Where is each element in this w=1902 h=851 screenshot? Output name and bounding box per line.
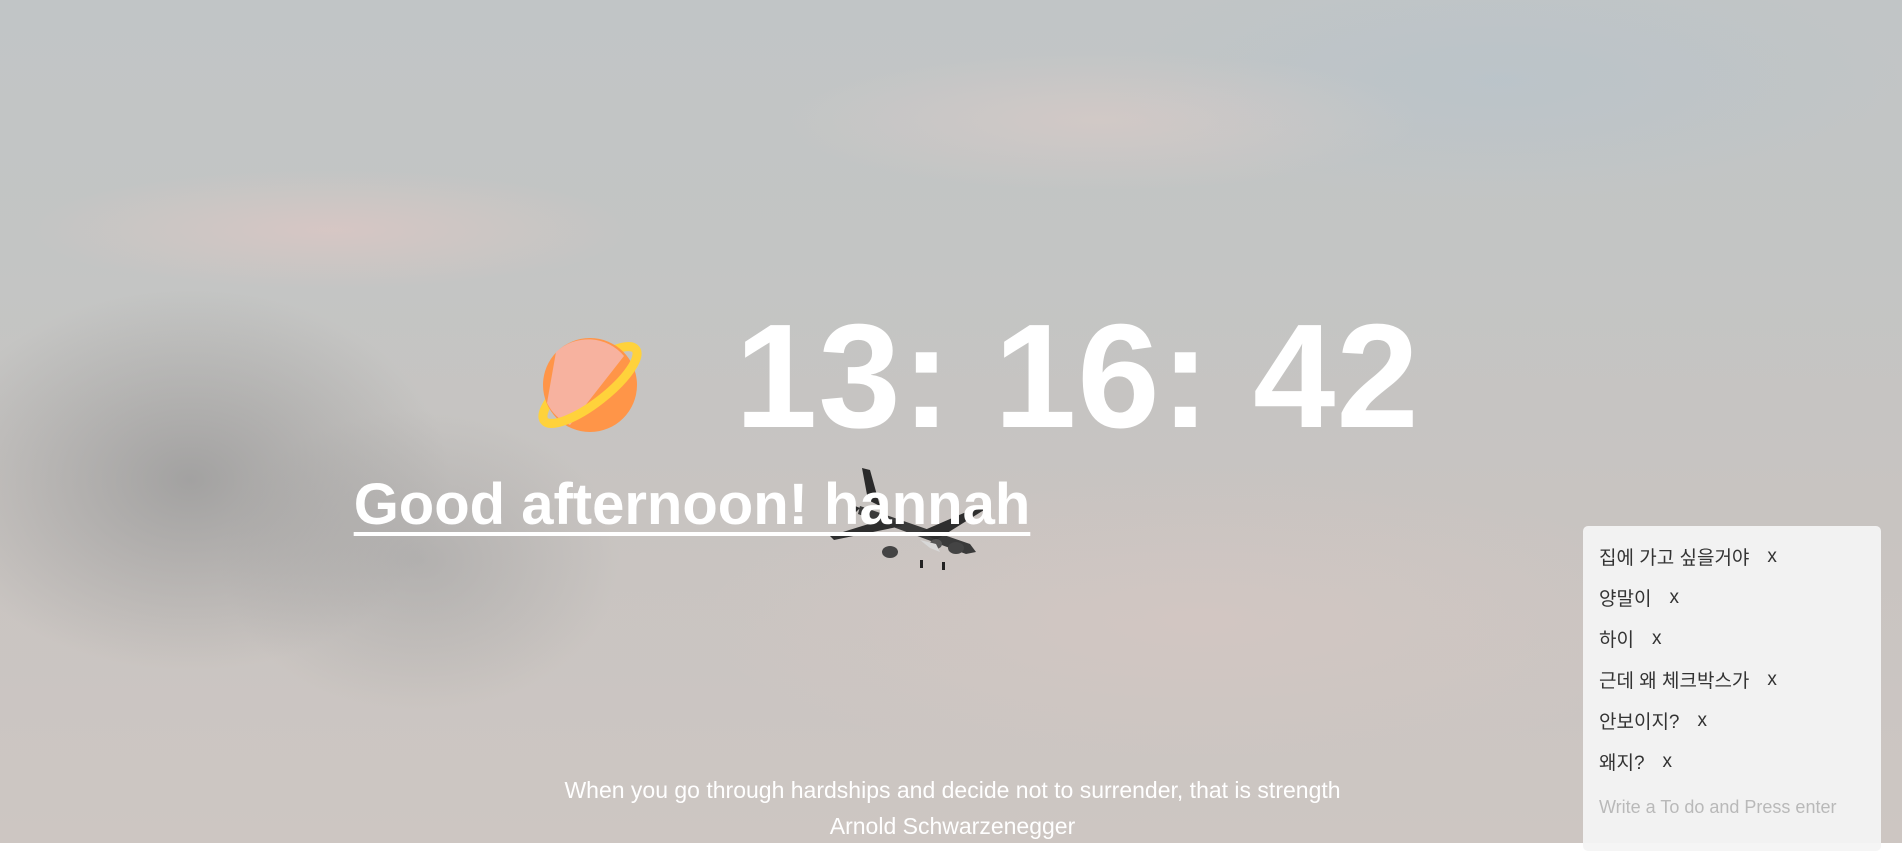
todo-item: 양말이 x <box>1599 577 1865 618</box>
todo-item: 근데 왜 체크박스가 x <box>1599 659 1865 700</box>
planet-icon <box>538 338 642 432</box>
todo-item-text: 하이 <box>1599 630 1634 651</box>
delete-todo-button[interactable]: x <box>1652 628 1662 650</box>
todo-item-text: 안보이지? <box>1599 712 1680 733</box>
delete-todo-button[interactable]: x <box>1669 587 1679 609</box>
delete-todo-button[interactable]: x <box>1663 751 1673 773</box>
todo-item-text: 왜지? <box>1599 753 1645 774</box>
delete-todo-button[interactable]: x <box>1767 669 1777 691</box>
quote-author: Arnold Schwarzenegger <box>829 813 1076 839</box>
todo-panel: 집에 가고 싶을거야 x 양말이 x 하이 x 근데 왜 체크박스가 x 안보이… <box>1583 526 1881 851</box>
todo-input[interactable] <box>1599 792 1865 822</box>
todo-item-text: 근데 왜 체크박스가 <box>1599 671 1750 692</box>
todo-item: 안보이지? x <box>1599 700 1865 741</box>
quote-text: When you go through hardships and decide… <box>564 777 1341 803</box>
delete-todo-button[interactable]: x <box>1698 710 1708 732</box>
delete-todo-button[interactable]: x <box>1767 546 1777 568</box>
todo-item: 왜지? x <box>1599 741 1865 782</box>
todo-item: 집에 가고 싶을거야 x <box>1599 536 1865 577</box>
clock: 13: 16: 42 <box>735 294 1420 459</box>
greeting: Good afternoon! hannah <box>353 472 1031 537</box>
todo-item-text: 양말이 <box>1599 589 1652 610</box>
todo-list: 집에 가고 싶을거야 x 양말이 x 하이 x 근데 왜 체크박스가 x 안보이… <box>1599 536 1865 782</box>
todo-item: 하이 x <box>1599 618 1865 659</box>
todo-item-text: 집에 가고 싶을거야 <box>1599 548 1750 569</box>
